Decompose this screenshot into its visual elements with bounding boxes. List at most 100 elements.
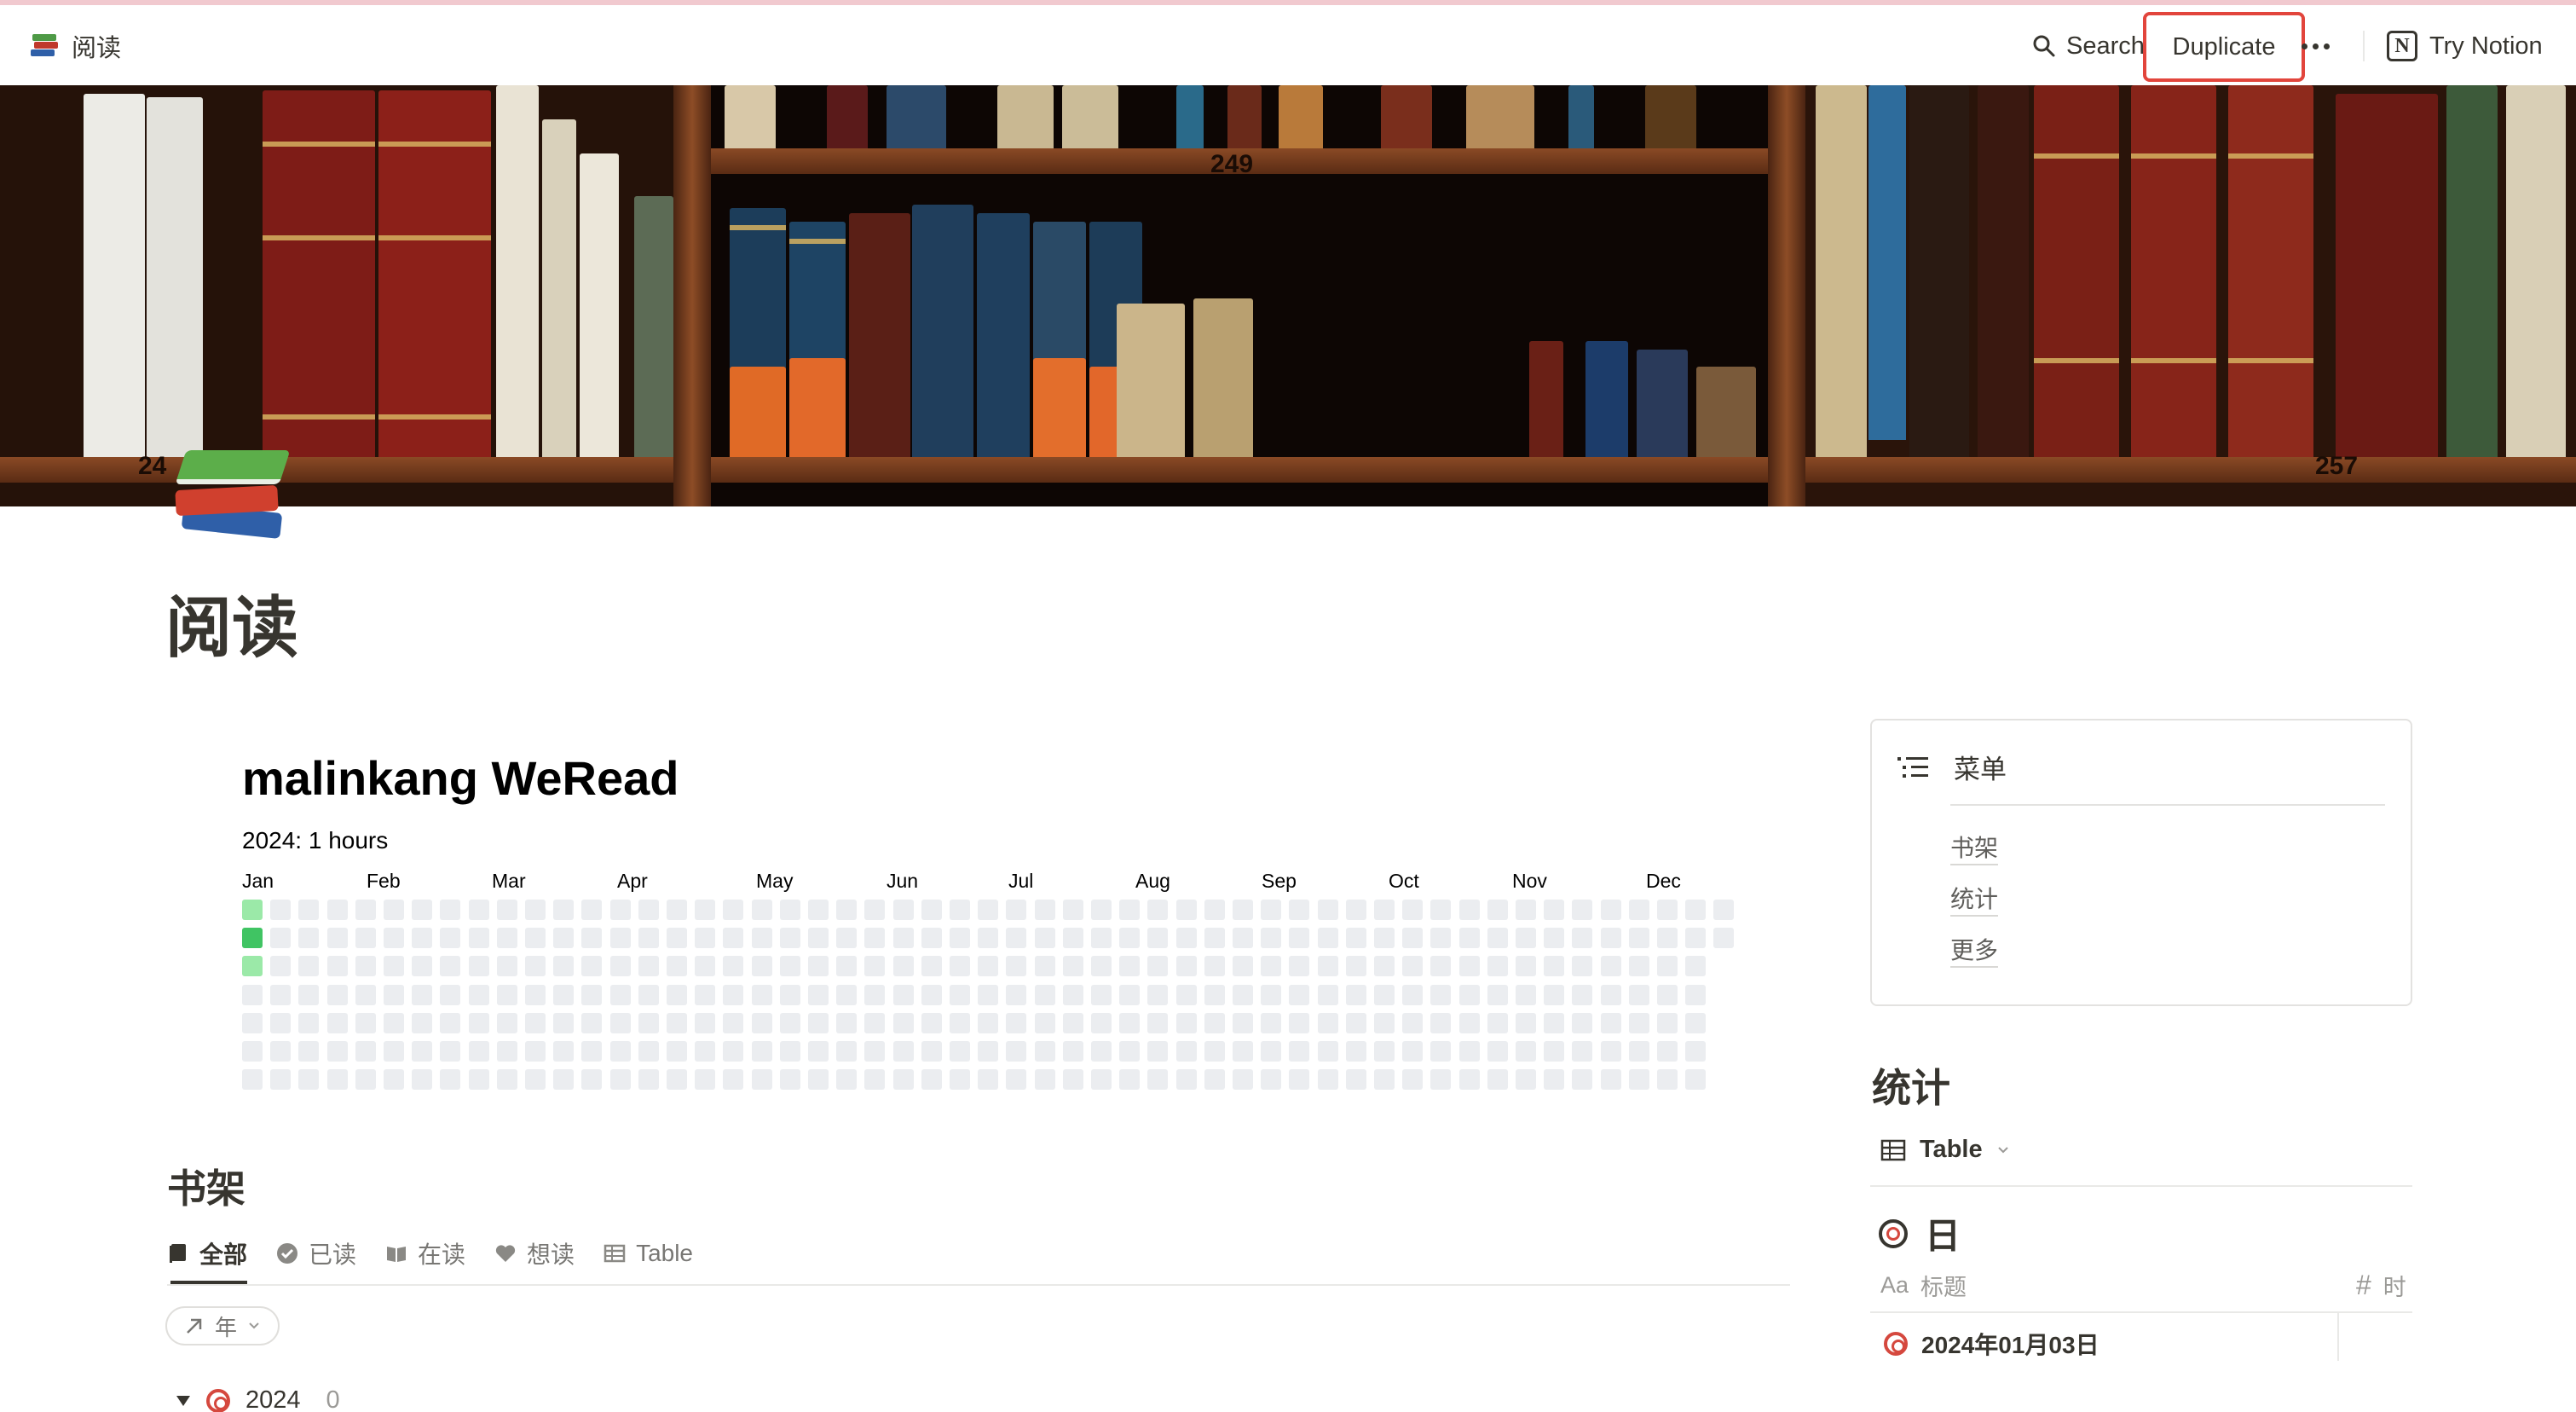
heatmap-day-cell[interactable] — [836, 956, 857, 976]
heatmap-day-cell[interactable] — [1261, 900, 1281, 920]
heatmap-day-cell[interactable] — [610, 1013, 631, 1033]
heatmap-day-cell[interactable] — [893, 1041, 914, 1062]
heatmap-day-cell[interactable] — [893, 928, 914, 948]
heatmap-day-cell[interactable] — [1601, 928, 1621, 948]
heatmap-day-cell[interactable] — [1459, 1069, 1480, 1090]
heatmap-day-cell[interactable] — [950, 985, 970, 1005]
heatmap-day-cell[interactable] — [1261, 956, 1281, 976]
menu-link-stats[interactable]: 统计 — [1950, 884, 1999, 917]
heatmap-day-cell[interactable] — [1346, 1013, 1366, 1033]
heatmap-day-cell[interactable] — [1063, 900, 1083, 920]
heatmap-day-cell[interactable] — [1374, 1013, 1395, 1033]
heatmap-day-cell[interactable] — [553, 1041, 574, 1062]
heatmap-day-cell[interactable] — [270, 956, 291, 976]
heatmap-day-cell[interactable] — [1147, 1013, 1168, 1033]
heatmap-day-cell[interactable] — [1204, 1041, 1225, 1062]
heatmap-day-cell[interactable] — [638, 985, 659, 1005]
heatmap-day-cell[interactable] — [1091, 1041, 1112, 1062]
heatmap-day-cell[interactable] — [1402, 985, 1423, 1005]
tab-reading[interactable]: 在读 — [385, 1228, 465, 1279]
heatmap-day-cell[interactable] — [355, 1041, 376, 1062]
heatmap-day-cell[interactable] — [1035, 1013, 1055, 1033]
heatmap-day-cell[interactable] — [412, 928, 432, 948]
heatmap-day-cell[interactable] — [1176, 900, 1197, 920]
heatmap-day-cell[interactable] — [1516, 956, 1536, 976]
heatmap-day-cell[interactable] — [695, 985, 715, 1005]
heatmap-day-cell[interactable] — [1374, 928, 1395, 948]
heatmap-day-cell[interactable] — [950, 956, 970, 976]
heatmap-day-cell[interactable] — [1516, 1069, 1536, 1090]
heatmap-day-cell[interactable] — [581, 1069, 602, 1090]
heatmap-day-cell[interactable] — [1147, 928, 1168, 948]
heatmap-day-cell[interactable] — [752, 928, 772, 948]
heatmap-day-cell[interactable] — [497, 928, 517, 948]
heatmap-day-cell[interactable] — [978, 1041, 998, 1062]
heatmap-day-cell[interactable] — [1487, 956, 1508, 976]
heatmap-day-cell[interactable] — [1459, 956, 1480, 976]
heatmap-day-cell[interactable] — [1601, 985, 1621, 1005]
heatmap-day-cell[interactable] — [553, 1013, 574, 1033]
heatmap-day-cell[interactable] — [667, 900, 687, 920]
search-button[interactable]: Search — [2032, 27, 2145, 65]
heatmap-day-cell[interactable] — [808, 956, 829, 976]
heatmap-day-cell[interactable] — [1204, 1013, 1225, 1033]
heatmap-day-cell[interactable] — [695, 1013, 715, 1033]
heatmap-day-cell[interactable] — [752, 1041, 772, 1062]
heatmap-day-cell[interactable] — [1147, 900, 1168, 920]
heatmap-day-cell[interactable] — [1233, 985, 1253, 1005]
heatmap-day-cell[interactable] — [440, 928, 460, 948]
heatmap-day-cell[interactable] — [581, 985, 602, 1005]
heatmap-day-cell[interactable] — [440, 1013, 460, 1033]
heatmap-day-cell[interactable] — [1544, 956, 1564, 976]
heatmap-day-cell[interactable] — [1035, 956, 1055, 976]
heatmap-day-cell[interactable] — [1091, 1013, 1112, 1033]
heatmap-day-cell[interactable] — [723, 1013, 743, 1033]
heatmap-day-cell[interactable] — [780, 956, 800, 976]
heatmap-day-cell[interactable] — [1516, 900, 1536, 920]
heatmap-day-cell[interactable] — [412, 985, 432, 1005]
heatmap-day-cell[interactable] — [469, 900, 489, 920]
heatmap-day-cell[interactable] — [1119, 956, 1140, 976]
heatmap-day-cell[interactable] — [610, 928, 631, 948]
heatmap-day-cell[interactable] — [864, 956, 885, 976]
heatmap-day-cell[interactable] — [412, 1013, 432, 1033]
heatmap-day-cell[interactable] — [497, 985, 517, 1005]
heatmap-day-cell[interactable] — [780, 1041, 800, 1062]
heatmap-day-cell[interactable] — [384, 985, 404, 1005]
heatmap-day-cell[interactable] — [581, 1013, 602, 1033]
heatmap-day-cell[interactable] — [1176, 985, 1197, 1005]
heatmap-day-cell[interactable] — [667, 928, 687, 948]
heatmap-day-cell[interactable] — [384, 1069, 404, 1090]
tab-want-to-read[interactable]: 想读 — [494, 1228, 575, 1279]
heatmap-day-cell[interactable] — [921, 900, 942, 920]
heatmap-day-cell[interactable] — [412, 1069, 432, 1090]
heatmap-day-cell[interactable] — [355, 1013, 376, 1033]
heatmap-day-cell[interactable] — [327, 985, 348, 1005]
heatmap-day-cell[interactable] — [836, 1069, 857, 1090]
heatmap-day-cell[interactable] — [723, 1069, 743, 1090]
heatmap-day-cell[interactable] — [667, 1069, 687, 1090]
heatmap-day-cell[interactable] — [270, 1069, 291, 1090]
heatmap-day-cell[interactable] — [1176, 1069, 1197, 1090]
heatmap-day-cell[interactable] — [1430, 1069, 1451, 1090]
heatmap-day-cell[interactable] — [553, 900, 574, 920]
heatmap-day-cell[interactable] — [469, 985, 489, 1005]
triangle-down-icon[interactable] — [176, 1394, 191, 1408]
heatmap-day-cell[interactable] — [950, 928, 970, 948]
heatmap-day-cell[interactable] — [1035, 900, 1055, 920]
table-row[interactable]: 2024年01月03日 — [1884, 1327, 2099, 1361]
heatmap-day-cell[interactable] — [780, 928, 800, 948]
heatmap-day-cell[interactable] — [921, 1013, 942, 1033]
tab-all[interactable]: 全部 — [167, 1228, 248, 1284]
heatmap-day-cell[interactable] — [610, 985, 631, 1005]
breadcrumb[interactable]: 阅读 — [29, 27, 121, 65]
heatmap-day-cell[interactable] — [978, 956, 998, 976]
heatmap-day-cell[interactable] — [1006, 985, 1026, 1005]
heatmap-day-cell[interactable] — [1629, 1069, 1649, 1090]
heatmap-day-cell[interactable] — [723, 1041, 743, 1062]
heatmap-day-cell[interactable] — [355, 985, 376, 1005]
heatmap-day-cell[interactable] — [242, 928, 263, 948]
heatmap-day-cell[interactable] — [1233, 928, 1253, 948]
heatmap-day-cell[interactable] — [355, 928, 376, 948]
tab-read[interactable]: 已读 — [276, 1228, 356, 1279]
